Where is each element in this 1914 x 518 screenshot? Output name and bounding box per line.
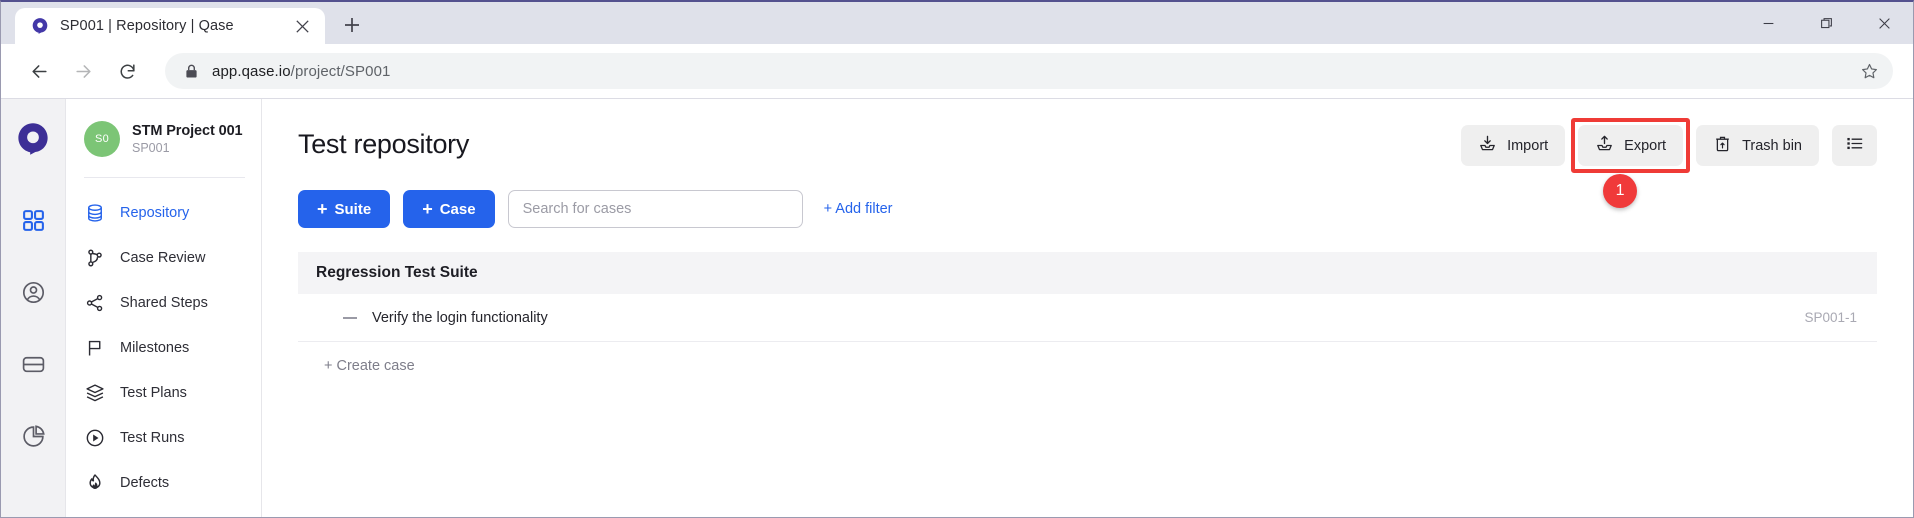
sidebar-item-label: Test Runs bbox=[120, 429, 185, 446]
app-body: S0 STM Project 001 SP001 Repository Case… bbox=[1, 98, 1913, 517]
trash-icon bbox=[1713, 134, 1732, 157]
add-case-button[interactable]: + Case bbox=[403, 190, 495, 228]
sidebar-item-milestones[interactable]: Milestones bbox=[66, 325, 261, 370]
url-domain: app.qase.io bbox=[212, 62, 291, 80]
sidebar-item-defects[interactable]: Defects bbox=[66, 460, 261, 505]
url-input[interactable]: app.qase.io/project/SP001 bbox=[165, 53, 1893, 89]
database-icon bbox=[84, 202, 106, 224]
layers-icon bbox=[84, 382, 106, 404]
share-nodes-icon bbox=[84, 292, 106, 314]
project-sidebar: S0 STM Project 001 SP001 Repository Case… bbox=[66, 99, 262, 517]
table-row[interactable]: Verify the login functionality SP001-1 bbox=[298, 294, 1877, 342]
export-tray-icon bbox=[1595, 134, 1614, 157]
sidebar-item-case-review[interactable]: Case Review bbox=[66, 235, 261, 280]
sidebar-item-label: Repository bbox=[120, 204, 190, 221]
sidebar-item-shared-steps[interactable]: Shared Steps bbox=[66, 280, 261, 325]
case-id: SP001-1 bbox=[1804, 310, 1857, 325]
sidebar-item-test-runs[interactable]: Test Runs bbox=[66, 415, 261, 460]
project-name: STM Project 001 bbox=[132, 123, 243, 139]
main-content: Test repository Import Export Trash bin … bbox=[262, 99, 1913, 517]
sidebar-item-label: Shared Steps bbox=[120, 294, 208, 311]
case-title: Verify the login functionality bbox=[372, 309, 548, 326]
forward-arrow-icon[interactable] bbox=[63, 51, 103, 91]
project-code: SP001 bbox=[132, 141, 170, 155]
fire-icon bbox=[84, 472, 106, 494]
project-header[interactable]: S0 STM Project 001 SP001 bbox=[66, 121, 261, 157]
url-text: app.qase.io/project/SP001 bbox=[212, 63, 1853, 80]
qase-logo-icon bbox=[31, 17, 49, 35]
browser-tab[interactable]: SP001 | Repository | Qase bbox=[15, 8, 325, 44]
action-buttons: Import Export Trash bin 1 bbox=[1461, 118, 1877, 208]
user-circle-icon[interactable] bbox=[10, 269, 56, 315]
avatar: S0 bbox=[84, 121, 120, 157]
card-icon[interactable] bbox=[10, 341, 56, 387]
repository-toolbar: + Suite + Case Search for cases + Add fi… bbox=[298, 190, 1877, 228]
play-circle-icon bbox=[84, 427, 106, 449]
dash-icon bbox=[343, 316, 357, 319]
branch-icon bbox=[84, 247, 106, 269]
suite-header[interactable]: Regression Test Suite bbox=[298, 252, 1877, 294]
flag-icon bbox=[84, 337, 106, 359]
lock-icon bbox=[183, 63, 199, 79]
import-button[interactable]: Import bbox=[1461, 125, 1566, 166]
export-button[interactable]: Export bbox=[1578, 125, 1684, 166]
page-title: Test repository bbox=[298, 129, 470, 159]
pie-chart-icon[interactable] bbox=[10, 413, 56, 459]
back-arrow-icon[interactable] bbox=[19, 51, 59, 91]
sidebar-item-label: Defects bbox=[120, 474, 170, 491]
browser-window: SP001 | Repository | Qase app.qase.io/pr… bbox=[0, 0, 1914, 518]
url-path: /project/SP001 bbox=[290, 62, 391, 80]
address-bar: app.qase.io/project/SP001 bbox=[1, 44, 1913, 98]
add-suite-button[interactable]: + Suite bbox=[298, 190, 391, 228]
window-close-icon[interactable] bbox=[1855, 2, 1913, 44]
tab-strip: SP001 | Repository | Qase bbox=[1, 2, 1913, 44]
export-button-label: Export bbox=[1624, 137, 1667, 154]
sidebar-item-repository[interactable]: Repository bbox=[66, 190, 261, 235]
reload-icon[interactable] bbox=[107, 51, 147, 91]
import-tray-icon bbox=[1478, 134, 1497, 157]
window-controls bbox=[1739, 2, 1913, 44]
trash-bin-button[interactable]: Trash bin bbox=[1696, 125, 1819, 166]
sidebar-divider bbox=[84, 177, 245, 178]
sidebar-item-label: Test Plans bbox=[120, 384, 187, 401]
tab-title: SP001 | Repository | Qase bbox=[60, 18, 234, 34]
add-suite-label: Suite bbox=[334, 200, 372, 218]
create-case-link[interactable]: + Create case bbox=[298, 358, 1877, 374]
maximize-icon[interactable] bbox=[1797, 2, 1855, 44]
list-view-icon bbox=[1845, 134, 1864, 157]
search-input[interactable]: Search for cases bbox=[507, 190, 803, 228]
add-filter-link[interactable]: + Add filter bbox=[824, 201, 893, 217]
trash-bin-button-label: Trash bin bbox=[1742, 137, 1802, 154]
plus-icon: + bbox=[317, 199, 328, 219]
star-icon[interactable] bbox=[1853, 55, 1885, 87]
list-view-button[interactable] bbox=[1832, 125, 1877, 166]
export-highlight: Export bbox=[1571, 118, 1691, 173]
add-case-label: Case bbox=[439, 200, 476, 218]
minimize-icon[interactable] bbox=[1739, 2, 1797, 44]
qase-logo-icon[interactable] bbox=[11, 117, 55, 161]
annotation-badge-1: 1 bbox=[1603, 174, 1638, 208]
main-header: Test repository Import Export Trash bin … bbox=[298, 118, 1877, 208]
close-icon[interactable] bbox=[289, 13, 315, 39]
sidebar-item-label: Milestones bbox=[120, 339, 190, 356]
icon-rail bbox=[1, 99, 66, 517]
import-button-label: Import bbox=[1507, 137, 1549, 154]
sidebar-item-test-plans[interactable]: Test Plans bbox=[66, 370, 261, 415]
new-tab-button[interactable] bbox=[335, 8, 369, 42]
sidebar-item-label: Case Review bbox=[120, 249, 206, 266]
apps-grid-icon[interactable] bbox=[10, 197, 56, 243]
plus-icon: + bbox=[422, 199, 433, 219]
